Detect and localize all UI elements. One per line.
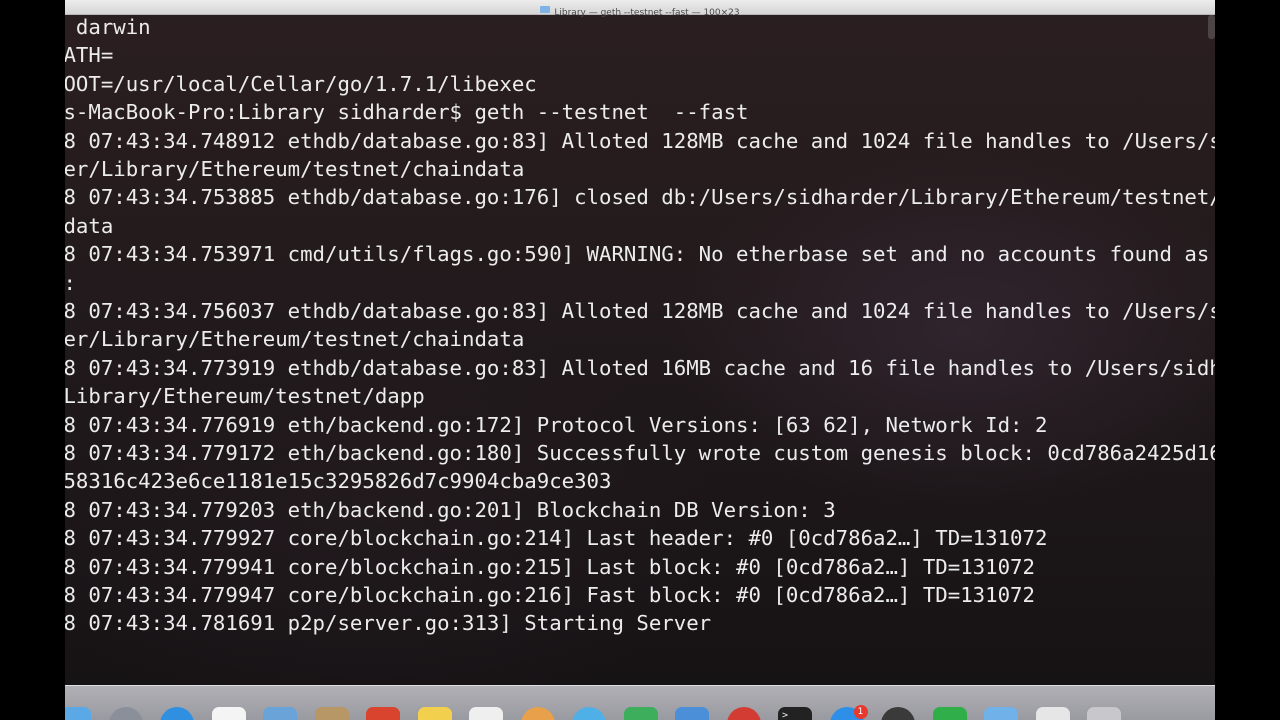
terminal-line: ndata xyxy=(65,213,114,238)
terminal-line: /Library/Ethereum/testnet/dapp xyxy=(65,384,425,409)
notification-badge: 1 xyxy=(853,705,868,719)
terminal-output[interactable]: darwin PATH= ROOT=/usr/local/Cellar/go/1.7… xyxy=(65,13,1215,685)
terminal-scrollbar[interactable] xyxy=(1208,15,1215,39)
app-green-icon[interactable] xyxy=(932,707,967,720)
terminal-line: der/Library/Ethereum/testnet/chaindata xyxy=(65,327,525,352)
terminal-line: der/Library/Ethereum/testnet/chaindata xyxy=(65,157,525,181)
terminal-line: darwin xyxy=(75,15,151,39)
terminal-line: ROOT=/usr/local/Cellar/go/1.7.1/libexec xyxy=(65,71,537,96)
calendar-icon[interactable] xyxy=(211,707,246,720)
stickies-icon[interactable] xyxy=(417,707,452,720)
terminal-line: 18 07:43:34.776919 eth/backend.go:172] P… xyxy=(65,412,1048,437)
dock: >_ 1 xyxy=(65,685,1215,720)
terminal-line: 18 07:43:34.756037 ethdb/database.go:83]… xyxy=(65,299,1215,323)
finder-icon[interactable] xyxy=(65,707,91,720)
numbers-icon[interactable] xyxy=(623,707,658,720)
safari-icon[interactable] xyxy=(160,707,194,720)
terminal-line: PATH= xyxy=(65,43,114,68)
terminal-line: 18 07:43:34.753971 cmd/utils/flags.go:59… xyxy=(65,242,1215,267)
terminal-line: 18 07:43:34.781691 p2p/server.go:313] St… xyxy=(65,611,712,636)
launchpad-icon[interactable] xyxy=(108,707,143,720)
mac-desktop: Library — geth --testnet --fast — 100×23… xyxy=(65,0,1215,720)
photos-icon[interactable] xyxy=(520,707,555,720)
terminal-line: 18 07:43:34.779927 core/blockchain.go:21… xyxy=(65,526,1048,551)
terminal-prompt-glyph: >_ xyxy=(782,710,795,720)
notes-brown-icon[interactable] xyxy=(314,707,349,720)
textedit-icon[interactable] xyxy=(469,707,503,720)
terminal-line: 18 07:43:34.779947 core/blockchain.go:21… xyxy=(65,583,1035,607)
chrome-icon[interactable] xyxy=(726,707,761,720)
terminal-icon[interactable]: >_ xyxy=(778,707,812,720)
terminal-line: 18 07:43:34.779172 eth/backend.go:180] S… xyxy=(65,441,1215,465)
terminal-line: 558316c423e6ce1181e15c3295826d7c9904cba9… xyxy=(65,469,612,494)
document-icon[interactable] xyxy=(1035,707,1070,720)
terminal-line: 18 07:43:34.773919 ethdb/database.go:83]… xyxy=(65,355,1215,380)
video-frame: Library — geth --testnet --fast — 100×23… xyxy=(0,0,1280,720)
folder-icon[interactable] xyxy=(984,707,1018,720)
app-blue-icon[interactable] xyxy=(572,707,606,720)
trash-icon[interactable] xyxy=(1087,707,1121,720)
terminal-line: : xyxy=(65,269,76,297)
terminal-line: 18 07:43:34.748912 ethdb/database.go:83]… xyxy=(65,128,1215,153)
preview-icon[interactable] xyxy=(263,707,297,720)
quicktime-icon[interactable] xyxy=(881,707,915,720)
terminal-line: 18 07:43:34.779203 eth/backend.go:201] B… xyxy=(65,497,836,522)
terminal-line: 18 07:43:34.753885 ethdb/database.go:176… xyxy=(65,185,1215,210)
app-store-icon[interactable]: 1 xyxy=(829,705,868,720)
terminal-line: 18 07:43:34.779941 core/blockchain.go:21… xyxy=(65,554,1035,579)
keynote-icon[interactable] xyxy=(675,707,709,720)
folder-icon xyxy=(540,6,551,13)
terminal-line: 's-MacBook-Pro:Library sidharder$ geth -… xyxy=(65,100,749,125)
app-red-icon[interactable] xyxy=(366,707,400,720)
